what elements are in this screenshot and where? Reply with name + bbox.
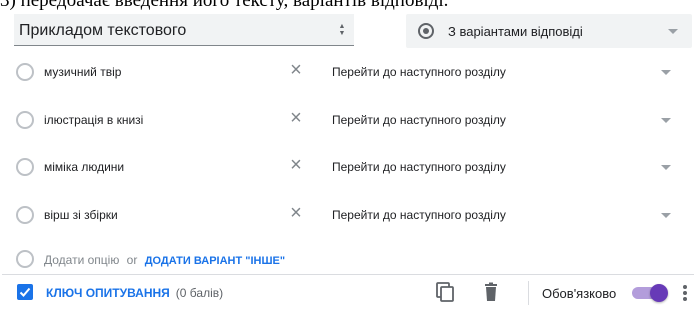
question-title-text: Прикладом текстового — [19, 22, 187, 39]
dropdown-arrow-icon — [668, 29, 678, 34]
option-label[interactable]: музичний твір — [44, 65, 121, 79]
option-label[interactable]: вірш зі збірки — [44, 208, 118, 222]
option-label[interactable]: міміка людини — [44, 160, 124, 174]
resize-handle-icon[interactable]: ▲ ▼ — [338, 23, 346, 37]
section-navigation-select[interactable]: Перейти до наступного розділу — [332, 208, 506, 222]
radio-button-icon — [16, 111, 34, 129]
toggle-thumb — [650, 284, 668, 302]
radio-button-checked-icon — [418, 23, 434, 39]
add-option-controls: Додати опцію or ДОДАТИ ВАРІАНТ "ІНШЕ" — [44, 253, 285, 267]
add-other-button[interactable]: ДОДАТИ ВАРІАНТ "ІНШЕ" — [145, 255, 285, 267]
question-title-field[interactable]: Прикладом текстового ▲ ▼ — [14, 14, 354, 46]
question-card: Прикладом текстового ▲ ▼ З варіантами від… — [2, 10, 694, 309]
answer-key-button[interactable]: КЛЮЧ ОПИТУВАННЯ (0 балів) — [46, 286, 223, 300]
radio-button-icon — [16, 206, 34, 224]
option-row-3: міміка людини × Перейти до наступного ро… — [2, 145, 694, 191]
section-navigation-select[interactable]: Перейти до наступного розділу — [332, 65, 506, 79]
option-label[interactable]: ілюстрація в книзі — [44, 113, 143, 127]
question-header: Прикладом текстового ▲ ▼ З варіантами від… — [2, 10, 694, 54]
radio-button-icon — [16, 250, 34, 268]
remove-option-icon[interactable]: × — [285, 154, 307, 176]
more-vert-icon[interactable] — [680, 283, 690, 303]
dropdown-arrow-icon[interactable] — [661, 118, 671, 123]
add-option-link[interactable]: Додати опцію — [44, 253, 119, 267]
trash-icon[interactable] — [480, 281, 502, 303]
footer-divider — [528, 281, 529, 305]
answer-key-label: КЛЮЧ ОПИТУВАННЯ — [46, 286, 170, 300]
required-toggle[interactable] — [630, 284, 668, 302]
option-row-4: вірш зі збірки × Перейти до наступного р… — [2, 193, 694, 239]
required-label: Обов'язково — [542, 286, 617, 301]
option-row-2: ілюстрація в книзі × Перейти до наступно… — [2, 98, 694, 144]
radio-button-icon — [16, 63, 34, 81]
remove-option-icon[interactable]: × — [285, 107, 307, 129]
dropdown-arrow-icon[interactable] — [661, 213, 671, 218]
radio-button-icon — [16, 158, 34, 176]
dropdown-arrow-icon[interactable] — [661, 165, 671, 170]
or-text: or — [126, 253, 138, 267]
checkbox-checked-icon[interactable] — [16, 283, 34, 301]
add-option-row: Додати опцію or ДОДАТИ ВАРІАНТ "ІНШЕ" — [2, 246, 694, 274]
question-footer: КЛЮЧ ОПИТУВАННЯ (0 балів) Обов'язково — [2, 274, 694, 309]
dropdown-arrow-icon[interactable] — [661, 70, 671, 75]
duplicate-icon[interactable] — [434, 281, 456, 303]
points-label: (0 балів) — [175, 286, 224, 300]
section-navigation-select[interactable]: Перейти до наступного розділу — [332, 160, 506, 174]
remove-option-icon[interactable]: × — [285, 59, 307, 81]
question-type-dropdown[interactable]: З варіантами відповіді — [406, 14, 692, 48]
remove-option-icon[interactable]: × — [285, 202, 307, 224]
option-row-1: музичний твір × Перейти до наступного ро… — [2, 50, 694, 96]
section-navigation-select[interactable]: Перейти до наступного розділу — [332, 113, 506, 127]
question-type-label: З варіантами відповіді — [448, 24, 583, 39]
